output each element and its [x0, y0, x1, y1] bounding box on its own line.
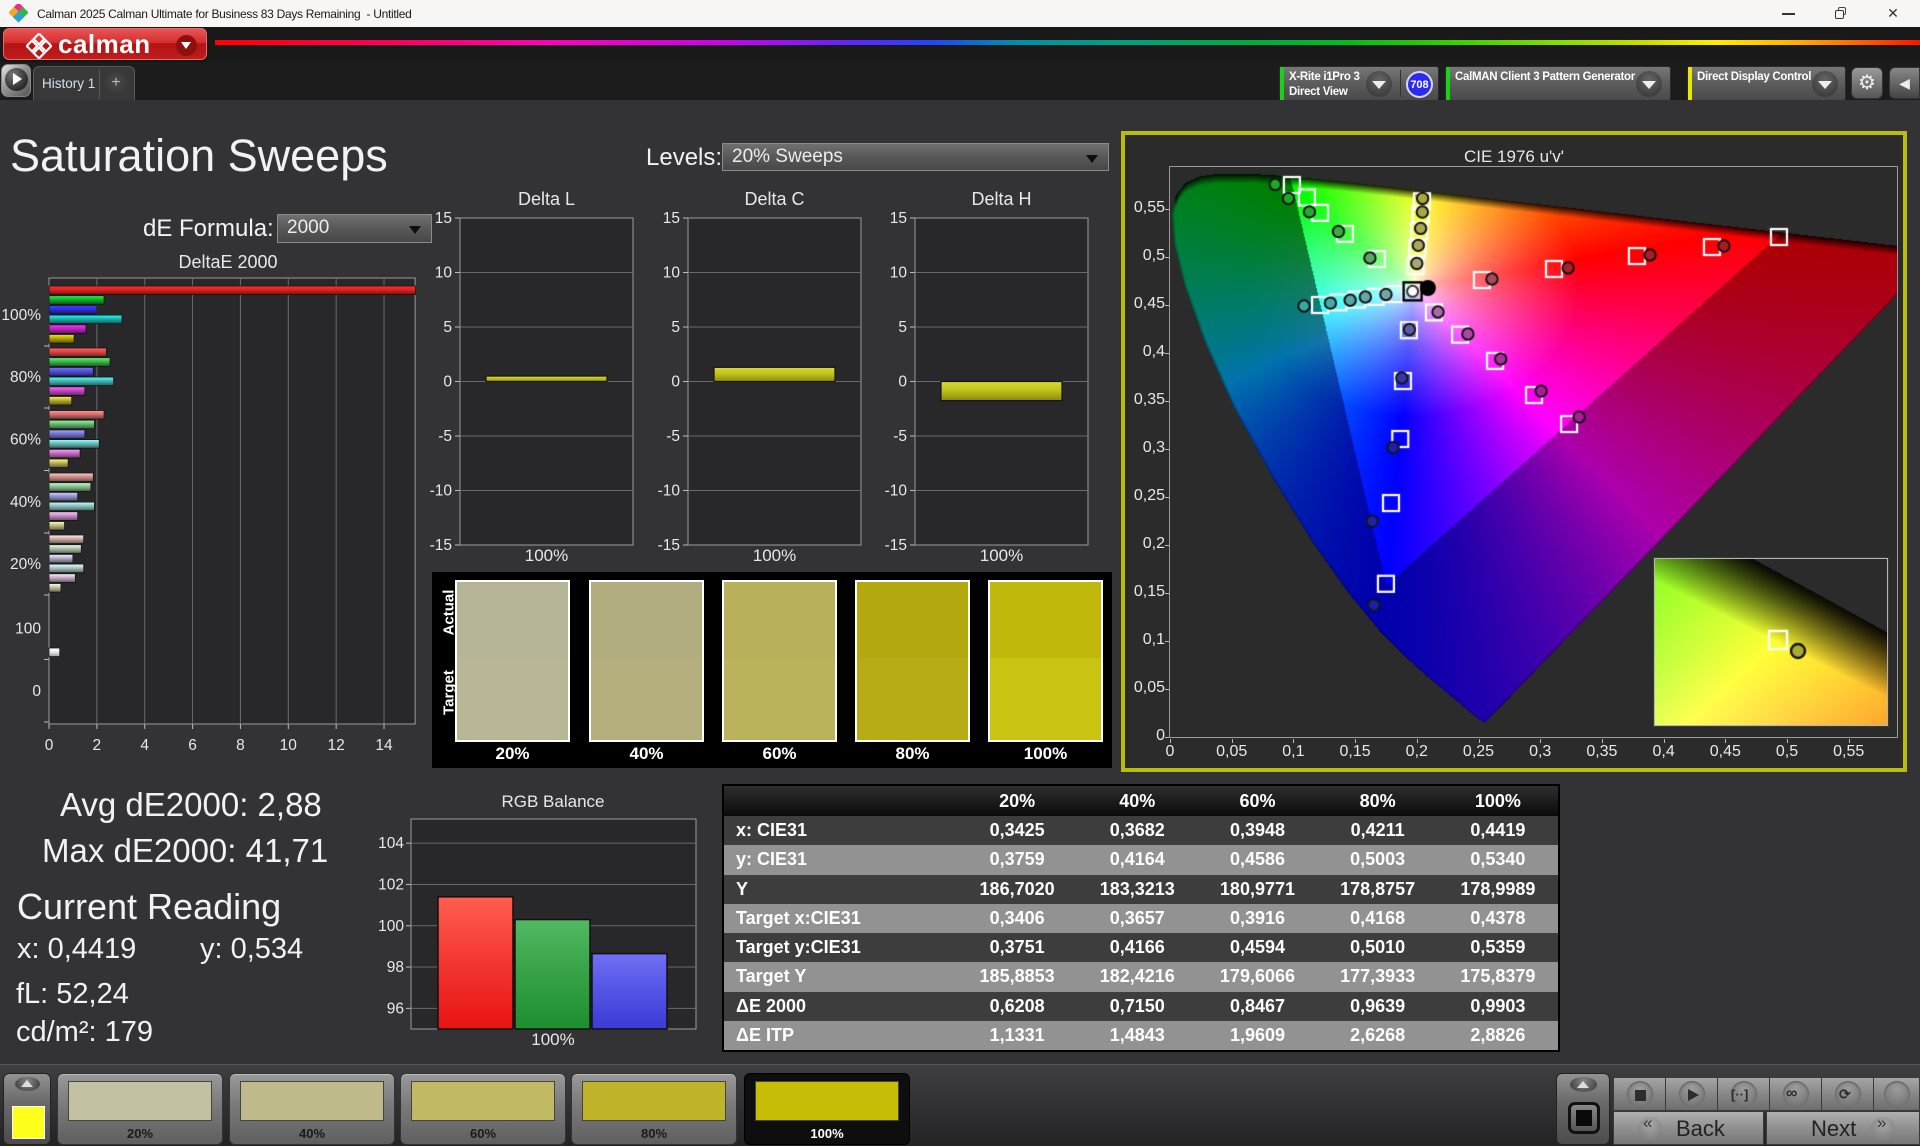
- svg-text:100%: 100%: [753, 546, 796, 565]
- svg-text:100%: 100%: [525, 546, 568, 565]
- svg-text:104: 104: [378, 835, 404, 852]
- svg-text:100%: 100%: [1, 307, 41, 324]
- svg-text:15: 15: [890, 210, 907, 227]
- svg-text:-10: -10: [885, 483, 907, 500]
- svg-text:10: 10: [280, 737, 298, 754]
- svg-text:15: 15: [435, 210, 452, 227]
- svg-text:10: 10: [890, 265, 908, 282]
- svg-text:0: 0: [671, 374, 680, 391]
- svg-text:Delta C: Delta C: [744, 190, 804, 209]
- svg-text:100: 100: [15, 621, 41, 638]
- svg-text:DeltaE 2000: DeltaE 2000: [178, 252, 277, 272]
- svg-text:5: 5: [898, 319, 907, 336]
- svg-text:0: 0: [443, 374, 452, 391]
- svg-text:Delta L: Delta L: [518, 190, 575, 209]
- svg-text:102: 102: [378, 876, 404, 893]
- svg-text:5: 5: [671, 319, 680, 336]
- svg-text:100%: 100%: [980, 546, 1023, 565]
- svg-text:4: 4: [140, 737, 149, 754]
- svg-text:60%: 60%: [10, 432, 41, 449]
- svg-text:-10: -10: [658, 483, 680, 500]
- svg-text:5: 5: [443, 319, 452, 336]
- svg-text:80%: 80%: [10, 369, 41, 386]
- svg-text:12: 12: [328, 737, 345, 754]
- svg-text:15: 15: [663, 210, 680, 227]
- svg-text:10: 10: [663, 265, 681, 282]
- svg-text:8: 8: [236, 737, 245, 754]
- svg-text:10: 10: [435, 265, 453, 282]
- svg-text:0: 0: [898, 374, 907, 391]
- svg-text:0: 0: [45, 737, 54, 754]
- svg-text:RGB Balance: RGB Balance: [502, 792, 605, 811]
- svg-text:96: 96: [387, 1000, 404, 1017]
- svg-text:20%: 20%: [10, 556, 41, 573]
- svg-text:0: 0: [32, 683, 41, 700]
- svg-text:-5: -5: [666, 428, 680, 445]
- svg-text:100%: 100%: [531, 1030, 574, 1049]
- svg-text:98: 98: [387, 959, 404, 976]
- svg-text:-5: -5: [893, 428, 907, 445]
- svg-text:2: 2: [93, 737, 102, 754]
- svg-text:Delta H: Delta H: [971, 190, 1031, 209]
- svg-text:-15: -15: [430, 537, 452, 554]
- svg-text:14: 14: [375, 737, 393, 754]
- svg-text:-15: -15: [658, 537, 680, 554]
- svg-text:-15: -15: [885, 537, 907, 554]
- svg-text:-10: -10: [430, 483, 452, 500]
- svg-text:6: 6: [188, 737, 197, 754]
- svg-text:100: 100: [378, 918, 404, 935]
- svg-text:40%: 40%: [10, 494, 41, 511]
- svg-text:-5: -5: [438, 428, 452, 445]
